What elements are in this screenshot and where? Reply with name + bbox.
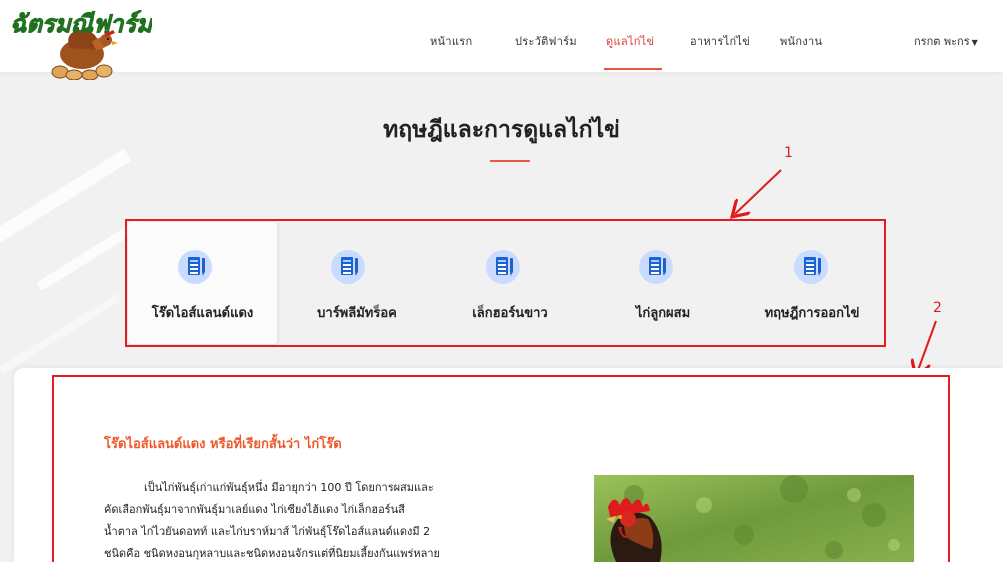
- annotation-arrow-1: [735, 169, 782, 214]
- rooster-photo: [594, 475, 914, 562]
- article-line: เป็นไก่พันธุ์เก่าแก่พันธุ์หนึ่ง มีอายุกว…: [144, 481, 434, 494]
- annotation-box-1: [125, 219, 886, 347]
- article-line: ชนิดคือ ชนิดหงอนกุหลาบและชนิดหงอนจักรแต่…: [104, 547, 440, 560]
- article-body: เป็นไก่พันธุ์เก่าแก่พันธุ์หนึ่ง มีอายุกว…: [104, 477, 508, 562]
- article-line: คัดเลือกพันธุ์มาจากพันธุ์มาเลย์แดง ไก่เซ…: [104, 503, 405, 516]
- annotation-arrow-2: [917, 320, 937, 373]
- article-title: โร๊ดไอส์แลนด์แดง หรือที่เรียกสั้นว่า ไก่…: [104, 437, 342, 452]
- article-line: น้ำตาล ไก่ไวยันดอทท์ และไก่บราห์มาส์ ไก่…: [104, 525, 431, 538]
